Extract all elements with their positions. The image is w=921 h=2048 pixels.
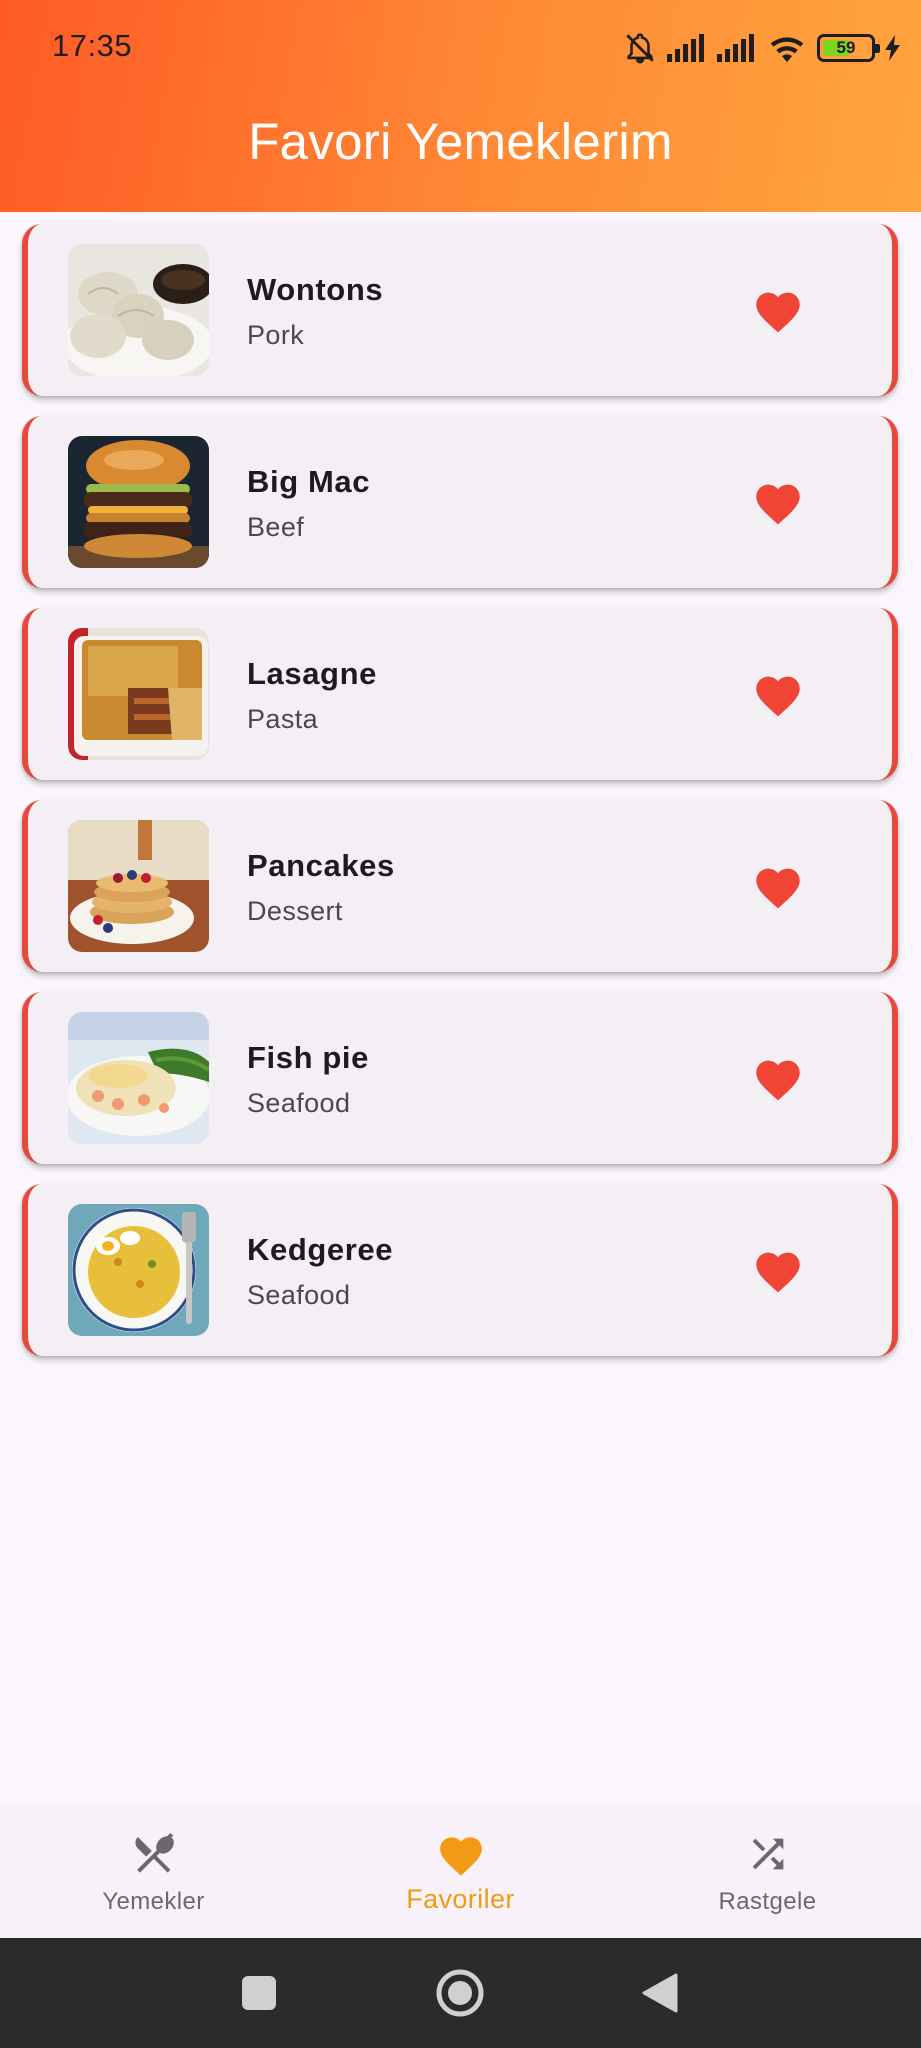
circle-icon: [436, 1969, 484, 2017]
wifi-icon: [767, 33, 807, 63]
bell-off-icon: [623, 30, 657, 66]
meal-category: Pasta: [247, 704, 319, 734]
nav-item-favoriler[interactable]: Favoriler: [307, 1806, 614, 1938]
meal-card[interactable]: Kedgeree Seafood: [22, 1184, 898, 1356]
meal-card[interactable]: Lasagne Pasta: [22, 608, 898, 780]
favorite-button[interactable]: [752, 1246, 804, 1294]
meal-thumbnail: [68, 244, 209, 376]
heart-icon: [756, 676, 800, 717]
meal-card[interactable]: Pancakes Dessert: [22, 800, 898, 972]
meal-thumbnail: [68, 1204, 209, 1336]
meal-category: Pork: [247, 320, 305, 350]
meal-name: Kedgeree: [247, 1232, 394, 1267]
meal-card[interactable]: Fish pie Seafood: [22, 992, 898, 1164]
app-header: 17:35 59 Favori Yemeklerim: [0, 0, 921, 212]
system-navigation-bar: [0, 1938, 921, 2048]
meal-thumbnail: [68, 1012, 209, 1144]
status-time: 17:35: [52, 28, 133, 63]
back-button[interactable]: [640, 1963, 680, 2028]
charging-icon: [885, 35, 901, 61]
nav-label: Yemekler: [102, 1888, 205, 1915]
heart-icon: [756, 1060, 800, 1101]
meal-thumbnail: [68, 628, 209, 760]
heart-icon: [436, 1830, 486, 1878]
meal-name: Fish pie: [247, 1040, 369, 1075]
recents-button[interactable]: [241, 1963, 277, 2028]
favorite-button[interactable]: [752, 862, 804, 910]
battery-icon: 59: [817, 34, 880, 62]
heart-icon: [756, 484, 800, 525]
favorite-button[interactable]: [752, 478, 804, 526]
signal-icon: [717, 34, 757, 62]
square-icon: [242, 1976, 276, 2010]
meal-name: Big Mac: [247, 464, 371, 499]
status-bar: 17:35 59: [0, 0, 921, 96]
meal-thumbnail: [68, 436, 209, 568]
meal-name: Wontons: [247, 272, 384, 307]
meal-name: Lasagne: [247, 656, 377, 691]
shuffle-icon: [745, 1830, 791, 1878]
nav-item-yemekler[interactable]: Yemekler: [0, 1806, 307, 1938]
heart-icon: [756, 868, 800, 909]
meal-category: Dessert: [247, 896, 343, 926]
meal-card[interactable]: Wontons Pork: [22, 224, 898, 396]
favorite-button[interactable]: [752, 670, 804, 718]
bottom-navigation: Yemekler Favoriler Rastgele: [0, 1806, 921, 1938]
meal-name: Pancakes: [247, 848, 395, 883]
fork-knife-icon: [130, 1830, 178, 1878]
status-icons: 59: [623, 28, 901, 68]
meal-category: Seafood: [247, 1280, 351, 1310]
nav-label: Rastgele: [718, 1888, 817, 1915]
heart-icon: [756, 1252, 800, 1293]
meal-thumbnail: [68, 820, 209, 952]
back-triangle-icon: [642, 1973, 678, 2013]
meal-category: Seafood: [247, 1088, 351, 1118]
favorite-button[interactable]: [752, 286, 804, 334]
nav-item-rastgele[interactable]: Rastgele: [614, 1806, 921, 1938]
home-button[interactable]: [434, 1963, 486, 2028]
meal-card[interactable]: Big Mac Beef: [22, 416, 898, 588]
battery-percent: 59: [836, 38, 856, 57]
nav-label: Favoriler: [406, 1884, 515, 1914]
favorite-button[interactable]: [752, 1054, 804, 1102]
meal-category: Beef: [247, 512, 305, 542]
signal-icon: [667, 34, 707, 62]
heart-icon: [756, 292, 800, 333]
page-title: Favori Yemeklerim: [248, 113, 673, 170]
